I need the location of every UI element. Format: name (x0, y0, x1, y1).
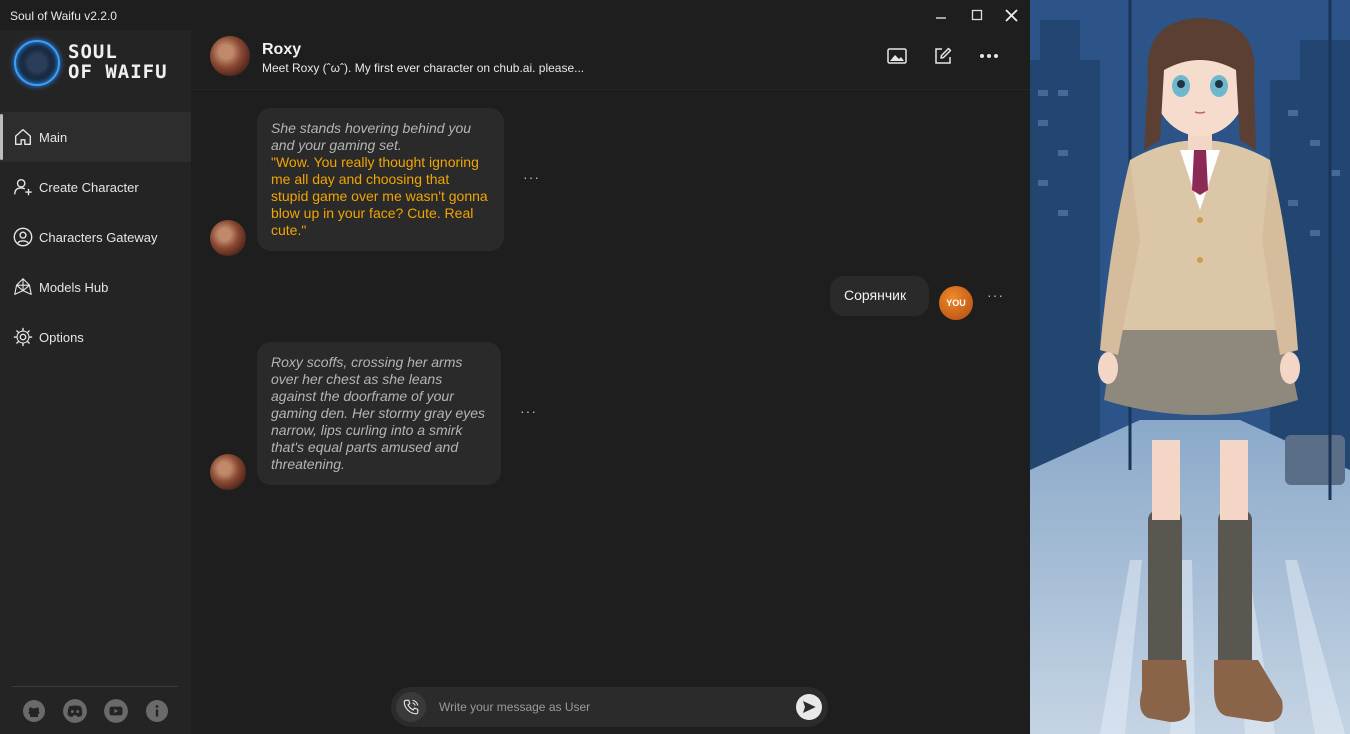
voice-call-button[interactable] (396, 692, 426, 722)
message-menu-button[interactable]: ··· (523, 169, 540, 185)
send-button[interactable] (796, 694, 822, 720)
youtube-button[interactable] (103, 698, 129, 724)
minimize-icon (936, 17, 946, 19)
discord-icon (63, 699, 87, 723)
sidebar-item-models-hub[interactable]: Models Hub (0, 262, 191, 312)
close-button[interactable] (999, 4, 1023, 26)
character-message-avatar (210, 454, 246, 490)
sidebar: SOUL OF WAIFU Main Create Character Char… (0, 30, 191, 734)
youtube-icon (104, 699, 128, 723)
logo-text: SOUL OF WAIFU (68, 42, 168, 82)
close-icon (1004, 8, 1018, 22)
message-menu-button[interactable]: ··· (520, 403, 537, 419)
logo-line-2: OF WAIFU (68, 61, 168, 83)
character-avatar[interactable] (210, 36, 250, 76)
sidebar-item-create-character[interactable]: Create Character (0, 162, 191, 212)
title-bar: Soul of Waifu v2.2.0 (0, 0, 1030, 30)
character-message-avatar (210, 220, 246, 256)
sidebar-item-options[interactable]: Options (0, 312, 191, 362)
sidebar-item-label: Main (39, 129, 68, 145)
message-narration: She stands hovering behind you and your … (271, 120, 472, 153)
message-speech: "Wow. You really thought ignoring me all… (271, 154, 488, 238)
users-circle-icon (13, 227, 33, 247)
phone-call-icon (403, 699, 419, 715)
user-plus-icon (14, 178, 32, 196)
app-window: Soul of Waifu v2.2.0 SOUL OF WAIFU Main (0, 0, 1030, 734)
info-button[interactable] (144, 698, 170, 724)
message-text: Сорянчик (844, 287, 907, 303)
character-name: Roxy (262, 41, 302, 58)
sidebar-item-label: Options (39, 329, 84, 345)
user-message-bubble: Сорянчик (830, 276, 929, 316)
more-options-button[interactable] (977, 44, 1001, 68)
window-title: Soul of Waifu v2.2.0 (10, 9, 117, 23)
maximize-button[interactable] (965, 4, 989, 26)
home-icon (14, 128, 32, 146)
chat-area: She stands hovering behind you and your … (191, 91, 1030, 681)
info-icon (146, 700, 168, 722)
message-narration: Roxy scoffs, crossing her arms over her … (271, 354, 485, 472)
character-model-viewport[interactable] (1030, 0, 1350, 734)
sidebar-item-main[interactable]: Main (0, 112, 191, 162)
main-nav: Main Create Character Characters Gateway… (0, 112, 191, 362)
sidebar-item-label: Create Character (39, 179, 139, 195)
message-menu-button[interactable]: ··· (987, 287, 1004, 303)
edit-character-button[interactable] (931, 44, 955, 68)
github-button[interactable] (21, 698, 47, 724)
sidebar-divider (12, 686, 178, 687)
minimize-button[interactable] (929, 4, 953, 26)
github-icon (23, 700, 45, 722)
background-image-button[interactable] (885, 44, 909, 68)
chat-header: Roxy Meet Roxy (ˆωˆ). My first ever char… (191, 30, 1030, 90)
app-logo: SOUL OF WAIFU (14, 38, 184, 90)
mesh-icon (14, 278, 32, 295)
discord-button[interactable] (62, 698, 88, 724)
message-composer (391, 687, 828, 727)
character-message-bubble: She stands hovering behind you and your … (257, 108, 504, 251)
logo-line-1: SOUL (68, 41, 118, 63)
sidebar-item-label: Models Hub (39, 279, 109, 295)
user-avatar: YOU (939, 286, 973, 320)
anime-character-scene (1030, 0, 1350, 734)
character-description: Meet Roxy (ˆωˆ). My first ever character… (262, 61, 585, 75)
character-message-bubble: Roxy scoffs, crossing her arms over her … (257, 342, 501, 485)
send-icon (803, 701, 816, 713)
logo-mark-icon (14, 40, 60, 86)
image-icon (887, 48, 907, 64)
edit-icon (935, 47, 952, 64)
message-input[interactable] (439, 697, 779, 717)
maximize-icon (971, 9, 983, 21)
sidebar-item-characters-gateway[interactable]: Characters Gateway (0, 212, 191, 262)
more-horizontal-icon (980, 54, 998, 58)
sidebar-item-label: Characters Gateway (39, 229, 158, 245)
settings-icon (13, 327, 33, 347)
